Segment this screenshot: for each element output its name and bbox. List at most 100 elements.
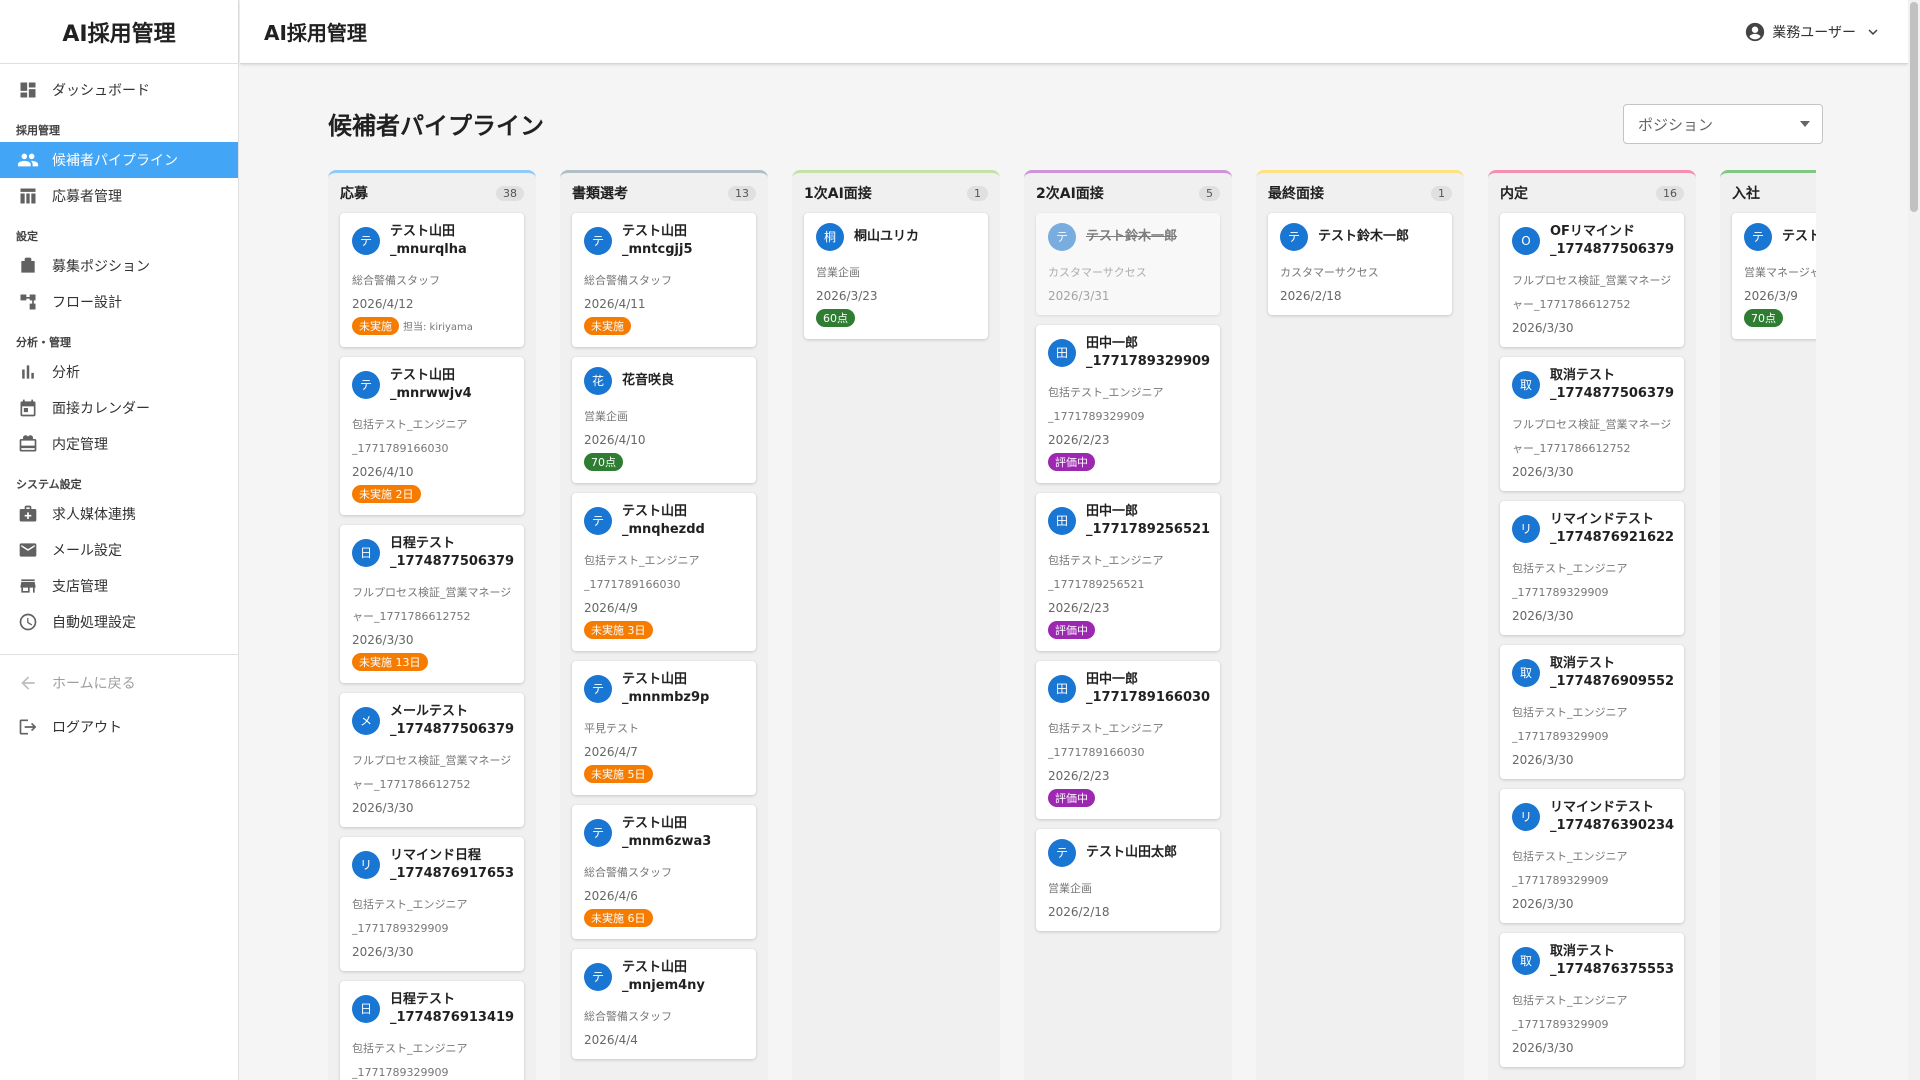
candidate-date: 2026/2/23 <box>1048 601 1110 615</box>
candidate-date: 2026/3/30 <box>1512 753 1574 767</box>
candidate-card[interactable]: 田 田中一郎_1771789329909 包括テスト_エンジニア_1771789… <box>1036 325 1220 483</box>
pipeline-board: 応募 38 テ テスト山田_mnurqlha 総合警備スタッフ 2026/4/12 未… <box>328 170 1816 1080</box>
column-title: 2次AI面接 <box>1036 186 1104 202</box>
candidate-card[interactable]: 田 田中一郎_1771789256521 包括テスト_エンジニア_1771789… <box>1036 493 1220 651</box>
pipeline-column: 応募 38 テ テスト山田_mnurqlha 総合警備スタッフ 2026/4/12 未… <box>328 170 536 1080</box>
candidate-card[interactable]: テ テスト山田_mnjem4ny 総合警備スタッフ 2026/4/4 <box>572 949 756 1059</box>
sidebar-item-applicants[interactable]: 応募者管理 <box>0 178 238 214</box>
candidate-position: 包括テスト_エンジニア_1771789256521 <box>1048 554 1164 591</box>
status-badge: 評価中 <box>1048 789 1095 807</box>
status-badge: 未実施 6日 <box>584 909 653 927</box>
candidate-card[interactable]: 取 取消テスト_1774876909552 包括テスト_エンジニア_177178… <box>1500 645 1684 779</box>
candidate-name: テスト山田太郎 <box>1086 845 1178 860</box>
sidebar-item-label: ホームに戻る <box>52 676 136 692</box>
user-name: 業務ユーザー <box>1772 24 1856 41</box>
candidate-card[interactable]: テ テスト山田_mnnmbz9p 平見テスト 2026/4/7 未実施 5日 <box>572 661 756 795</box>
account-icon <box>1746 22 1765 41</box>
candidate-card[interactable]: 花 花音咲良 営業企画 2026/4/10 70点 <box>572 357 756 483</box>
candidate-name-row: 田 田中一郎_1771789256521 <box>1048 503 1210 539</box>
candidate-name-row: O OFリマインド_1774877506379 <box>1512 223 1674 259</box>
candidate-name-row: リ リマインド日程_1774876917653 <box>352 847 515 883</box>
sidebar-item-logout[interactable]: ログアウト <box>0 705 238 749</box>
candidate-card[interactable]: 日 日程テスト_1774877506379 フルプロセス検証_営業マネージャー_… <box>340 525 524 683</box>
sidebar-item-home[interactable]: ホームに戻る <box>0 661 238 705</box>
sidebar-item-branch[interactable]: 支店管理 <box>0 568 238 604</box>
candidate-card[interactable]: 取 取消テスト_1774876375553 包括テスト_エンジニア_177178… <box>1500 933 1684 1067</box>
sidebar-item-pipeline[interactable]: 候補者パイプライン <box>0 142 238 178</box>
candidate-name: テスト <box>1782 229 1816 244</box>
avatar: 日 <box>352 995 380 1023</box>
status-badge: 70点 <box>1744 309 1783 327</box>
avatar: 取 <box>1512 947 1540 975</box>
avatar: O <box>1512 227 1540 255</box>
candidate-name-row: テ テスト山田_mnm6zwa3 <box>584 815 744 851</box>
sidebar-item-label: 求人媒体連携 <box>52 507 136 523</box>
candidate-card[interactable]: メ メールテスト_1774877506379 フルプロセス検証_営業マネージャー… <box>340 693 524 827</box>
column-header: 1次AI面接 1 <box>792 173 1000 213</box>
candidate-position: 包括テスト_エンジニア_1771789166030 <box>1048 722 1164 759</box>
candidate-date: 2026/4/10 <box>584 433 646 447</box>
candidate-date: 2026/2/23 <box>1048 433 1110 447</box>
sidebar-item-analysis[interactable]: 分析 <box>0 354 238 390</box>
sidebar-item-label: 応募者管理 <box>52 189 122 205</box>
candidate-card[interactable]: テ テスト山田_mnqhezdd 包括テスト_エンジニア_17717891660… <box>572 493 756 651</box>
scrollbar-thumb[interactable] <box>1910 2 1918 212</box>
avatar: 取 <box>1512 659 1540 687</box>
candidate-card[interactable]: テ テスト山田_mnurqlha 総合警備スタッフ 2026/4/12 未実施 担当:… <box>340 213 524 347</box>
candidate-card[interactable]: リ リマインドテスト_1774876921622 包括テスト_エンジニア_177… <box>1500 501 1684 635</box>
vertical-scrollbar[interactable] <box>1908 0 1920 1080</box>
user-menu[interactable]: 業務ユーザー <box>1744 21 1888 43</box>
sidebar-item-positions[interactable]: 募集ポジション <box>0 248 238 284</box>
status-badge: 未実施 2日 <box>352 485 421 503</box>
candidate-name-row: テ テスト鈴木一郎 <box>1048 223 1208 251</box>
candidate-card[interactable]: テ テスト鈴木一郎 カスタマーサクセス 2026/3/31 <box>1036 213 1220 315</box>
pipeline-column: 内定 16 O OFリマインド_1774877506379 フルプロセス検証_営業… <box>1488 170 1696 1080</box>
candidate-card[interactable]: 日 日程テスト_1774876913419 包括テスト_エンジニア_177178… <box>340 981 524 1080</box>
sidebar-item-mail[interactable]: メール設定 <box>0 532 238 568</box>
avatar: テ <box>584 675 612 703</box>
candidate-name-row: テ テスト鈴木一郎 <box>1280 223 1440 251</box>
sidebar-item-offers[interactable]: 内定管理 <box>0 426 238 462</box>
candidate-position: 営業企画 <box>584 410 628 423</box>
position-select[interactable]: ポジション <box>1623 104 1823 144</box>
candidate-date: 2026/3/30 <box>352 633 414 647</box>
sidebar-item-calendar[interactable]: 面接カレンダー <box>0 390 238 426</box>
candidate-card[interactable]: 取 取消テスト_1774877506379 フルプロセス検証_営業マネージャー_… <box>1500 357 1684 491</box>
candidate-card[interactable]: テ テスト山田_mnrwwjv4 包括テスト_エンジニア_17717891660… <box>340 357 524 515</box>
candidate-card[interactable]: 田 田中一郎_1771789166030 包括テスト_エンジニア_1771789… <box>1036 661 1220 819</box>
status-badge: 未実施 3日 <box>584 621 653 639</box>
candidate-name-row: テ テスト山田_mnnmbz9p <box>584 671 744 707</box>
candidate-card[interactable]: O OFリマインド_1774877506379 フルプロセス検証_営業マネージャ… <box>1500 213 1684 347</box>
status-badge: 未実施 5日 <box>584 765 653 783</box>
candidate-position: 包括テスト_エンジニア_1771789329909 <box>1512 706 1628 743</box>
gift-icon <box>16 432 40 456</box>
sidebar-item-media[interactable]: 求人媒体連携 <box>0 496 238 532</box>
sidebar-item-auto[interactable]: 自動処理設定 <box>0 604 238 640</box>
candidate-card[interactable]: 桐 桐山ユリカ 営業企画 2026/3/23 60点 <box>804 213 988 339</box>
candidate-card[interactable]: テ テスト 営業マネージャ 2026/3/9 70点 <box>1732 213 1816 339</box>
column-count-badge: 13 <box>728 185 756 201</box>
candidate-card[interactable]: テ テスト山田太郎 営業企画 2026/2/18 <box>1036 829 1220 931</box>
column-header: 応募 38 <box>328 173 536 213</box>
column-count-badge: 1 <box>967 185 988 201</box>
candidate-name: テスト山田_mnnmbz9p <box>622 672 710 705</box>
candidate-card[interactable]: リ リマインドテスト_1774876390234 包括テスト_エンジニア_177… <box>1500 789 1684 923</box>
status-badge: 未実施 13日 <box>352 653 428 671</box>
candidate-card[interactable]: テ テスト山田_mnm6zwa3 総合警備スタッフ 2026/4/6 未実施 6日 <box>572 805 756 939</box>
sidebar-item-flow[interactable]: フロー設計 <box>0 284 238 320</box>
candidate-position: 包括テスト_エンジニア_1771789329909 <box>1512 562 1628 599</box>
sidebar-section-settings: 設定 <box>16 230 38 243</box>
candidate-card[interactable]: テ テスト山田_mntcgjj5 総合警備スタッフ 2026/4/11 未実施 <box>572 213 756 347</box>
avatar: 田 <box>1048 675 1076 703</box>
candidate-name: リマインド日程_1774876917653 <box>390 848 515 881</box>
candidate-name-row: 取 取消テスト_1774877506379 <box>1512 367 1674 403</box>
candidate-card[interactable]: リ リマインド日程_1774876917653 包括テスト_エンジニア_1771… <box>340 837 524 971</box>
candidate-name-row: メ メールテスト_1774877506379 <box>352 703 514 739</box>
people-icon <box>16 148 40 172</box>
avatar: テ <box>1048 223 1076 251</box>
candidate-card[interactable]: テ テスト鈴木一郎 カスタマーサクセス 2026/2/18 <box>1268 213 1452 315</box>
candidate-date: 2026/3/30 <box>1512 1041 1574 1055</box>
sidebar-item-dashboard[interactable]: ダッシュボード <box>0 72 238 108</box>
candidate-date: 2026/4/6 <box>584 889 638 903</box>
candidate-date: 2026/4/12 <box>352 297 414 311</box>
